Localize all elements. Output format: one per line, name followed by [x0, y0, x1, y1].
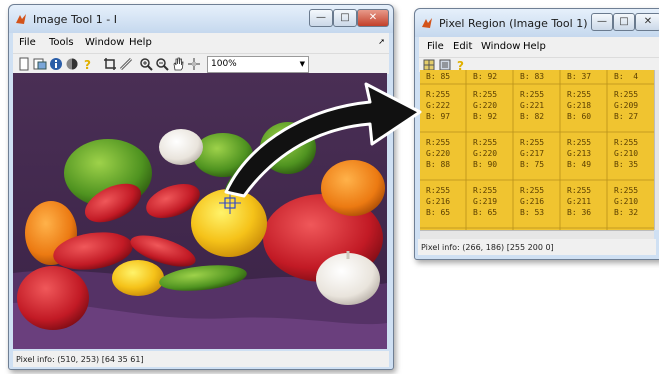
pixel-cell-value: B: 27 — [614, 112, 639, 121]
image-tool-statusbar: Pixel info: (510, 253) [64 35 61] — [13, 351, 389, 367]
image-tool-pixel-info: Pixel info: (510, 253) [64 35 61] — [16, 355, 144, 364]
pixel-cell-value: G:220 — [473, 101, 498, 110]
matlab-logo-icon — [16, 14, 26, 24]
pixel-cell-value: G:213 — [567, 149, 592, 158]
export-icon[interactable] — [33, 57, 47, 71]
menu-file[interactable]: File — [19, 37, 36, 48]
image-tool-menubar: File Tools Window Help ➚ — [13, 33, 389, 53]
pixel-cell-value: B: 36 — [567, 208, 592, 217]
pixel-cell-value: B: 49 — [567, 160, 592, 169]
image-tool-toolbar: ? 100% ▼ — [13, 53, 389, 74]
matlab-logo-icon — [422, 18, 432, 28]
pixel-cell-value: G:211 — [567, 197, 592, 206]
pixel-region-statusbar: Pixel info: (266, 186) [255 200 0] — [418, 239, 656, 255]
image-info-icon[interactable] — [49, 57, 63, 71]
pixel-cell-value: R:255 — [473, 90, 498, 99]
pan-hand-icon[interactable] — [171, 57, 185, 71]
minimize-button[interactable]: — — [591, 13, 613, 31]
pixel-cell-value: R:255 — [614, 90, 639, 99]
pixel-cell-value: G:219 — [473, 197, 498, 206]
crop-icon[interactable] — [103, 57, 117, 71]
help-icon[interactable]: ? — [81, 57, 95, 71]
minimize-button[interactable]: — — [309, 9, 333, 27]
menu-tools[interactable]: Tools — [49, 37, 74, 48]
pixel-cell-value: G:209 — [614, 101, 639, 110]
pixel-cell-value: B: 65 — [473, 208, 498, 217]
zoom-value: 100% — [211, 59, 237, 69]
pixel-cell-value: B: 75 — [520, 160, 545, 169]
image-tool-titlebar[interactable]: Image Tool 1 - I — □ ✕ — [9, 5, 393, 33]
new-file-icon[interactable] — [17, 57, 31, 71]
maximize-button[interactable]: □ — [613, 13, 635, 31]
pixel-cell-value: B: 65 — [426, 208, 451, 217]
menu-window[interactable]: Window — [481, 41, 520, 52]
pixel-cell-top-1: B: 92 — [473, 72, 498, 81]
menu-file[interactable]: File — [427, 41, 444, 52]
menu-window[interactable]: Window — [85, 37, 124, 48]
pixel-cell-value: R:255 — [567, 90, 592, 99]
pixel-cell-value: B: 82 — [520, 112, 545, 121]
pixel-region-title: Pixel Region (Image Tool 1) — [439, 17, 588, 30]
pixel-cell-value: B: 35 — [614, 160, 639, 169]
pixel-cell-value: G:210 — [614, 197, 639, 206]
pixel-cell-value: R:255 — [614, 138, 639, 147]
pixel-cell-value: R:255 — [473, 186, 498, 195]
zoom-in-icon[interactable] — [139, 57, 153, 71]
chevron-down-icon[interactable]: ▼ — [300, 60, 305, 68]
pixel-cell-value: G:217 — [520, 149, 545, 158]
zoom-select[interactable]: 100% ▼ — [207, 56, 309, 73]
pixel-cell-value: B: 60 — [567, 112, 592, 121]
pixel-region-icon[interactable] — [187, 57, 201, 71]
menu-help[interactable]: Help — [523, 41, 546, 52]
pixel-region-menubar: File Edit Window Help — [419, 37, 659, 57]
maximize-button[interactable]: □ — [333, 9, 357, 27]
svg-text:?: ? — [84, 58, 91, 71]
pixel-cell-top-2: B: 83 — [520, 72, 545, 81]
pixel-cell-value: R:255 — [473, 138, 498, 147]
pixel-cell-value: B: 92 — [473, 112, 498, 121]
menubar-dock-arrow-icon[interactable]: ➚ — [378, 37, 385, 46]
pixel-cell-top-3: B: 37 — [567, 72, 592, 81]
pixel-cell-value: G:220 — [473, 149, 498, 158]
pixel-region-grid[interactable]: B: 85 B: 92 B: 83 B: 37 B: 4 R:255 G:222 B… — [420, 70, 654, 230]
pixel-cell-value: R:255 — [567, 186, 592, 195]
pixel-cell-value: B: 90 — [473, 160, 498, 169]
pixel-cell-value: B: 53 — [520, 208, 545, 217]
pixel-cell-value: R:255 — [614, 186, 639, 195]
pixel-region-pixel-info: Pixel info: (266, 186) [255 200 0] — [421, 243, 554, 252]
pixel-cell-value: G:216 — [520, 197, 545, 206]
close-button[interactable]: ✕ — [635, 13, 659, 31]
pixel-cell-value: G:218 — [567, 101, 592, 110]
pixel-cell-value: R:255 — [567, 138, 592, 147]
pixel-cell-value: R:255 — [520, 138, 545, 147]
pixel-cell-value: R:255 — [520, 90, 545, 99]
menu-help[interactable]: Help — [129, 37, 152, 48]
pixel-cell-top-4: B: 4 — [614, 72, 639, 81]
measure-distance-icon[interactable] — [119, 57, 133, 71]
contrast-icon[interactable] — [65, 57, 79, 71]
zoom-out-icon[interactable] — [155, 57, 169, 71]
horizontal-scrollbar[interactable] — [420, 230, 654, 239]
vertical-scrollbar[interactable] — [654, 70, 659, 230]
image-tool-title: Image Tool 1 - I — [33, 13, 118, 26]
menu-edit[interactable]: Edit — [453, 41, 472, 52]
pixel-cell-value: G:210 — [614, 149, 639, 158]
pixel-cell-value: R:255 — [520, 186, 545, 195]
pixel-region-titlebar[interactable]: Pixel Region (Image Tool 1) — □ ✕ — [415, 9, 659, 37]
close-button[interactable]: ✕ — [357, 9, 389, 27]
callout-arrow-icon — [224, 82, 422, 198]
pixel-cell-value: G:221 — [520, 101, 545, 110]
pixel-cell-value: B: 32 — [614, 208, 639, 217]
